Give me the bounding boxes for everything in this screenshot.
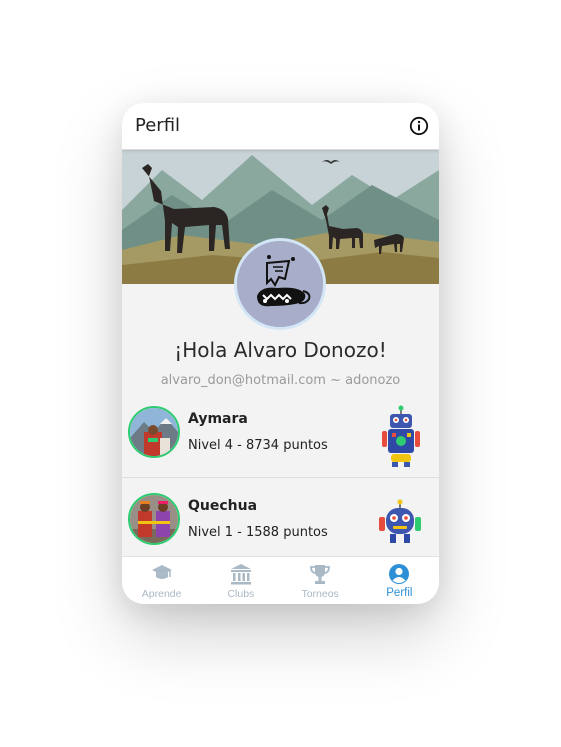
tall-robot-icon: [380, 404, 422, 472]
aymara-photo: [128, 406, 180, 458]
small-robot-icon: [378, 499, 422, 549]
tab-label: Aprende: [141, 588, 182, 600]
monster-avatar-icon: [237, 241, 323, 327]
user-circle-icon: [389, 564, 410, 584]
tab-label: Clubs: [227, 588, 255, 600]
tab-aprende[interactable]: Aprende: [122, 557, 201, 604]
phone-frame: Perfil ¡Hola Alvaro Donozo! alvaro_don@h…: [122, 103, 439, 604]
list-item-aymara[interactable]: Aymara Nivel 4 - 8734 puntos: [122, 400, 439, 478]
tab-perfil[interactable]: Perfil: [360, 557, 439, 604]
building-columns-icon: [230, 564, 251, 585]
language-name: Quechua: [188, 498, 258, 514]
trophy-icon: [310, 565, 331, 584]
tab-clubs[interactable]: Clubs: [201, 557, 280, 604]
language-level: Nivel 1 - 1588 puntos: [188, 525, 328, 540]
language-name: Aymara: [188, 411, 248, 427]
email-username: alvaro_don@hotmail.com ~ adonozo: [160, 373, 401, 388]
info-icon[interactable]: [409, 116, 429, 136]
language-level: Nivel 4 - 8734 puntos: [188, 438, 328, 453]
greeting: ¡Hola Alvaro Donozo!: [174, 338, 387, 362]
graduation-cap-icon: [151, 565, 172, 579]
list-item-quechua[interactable]: Quechua Nivel 1 - 1588 puntos: [122, 487, 439, 565]
tab-label: Perfil: [386, 587, 413, 599]
quechua-photo: [128, 493, 180, 545]
app-bar: Perfil: [122, 103, 439, 150]
tab-label: Torneos: [301, 588, 339, 600]
tab-torneos[interactable]: Torneos: [281, 557, 360, 604]
page-title: Perfil: [135, 115, 181, 136]
avatar[interactable]: [234, 238, 326, 330]
bottom-tab-bar: Aprende Clubs Torneos Perfil: [122, 556, 439, 604]
